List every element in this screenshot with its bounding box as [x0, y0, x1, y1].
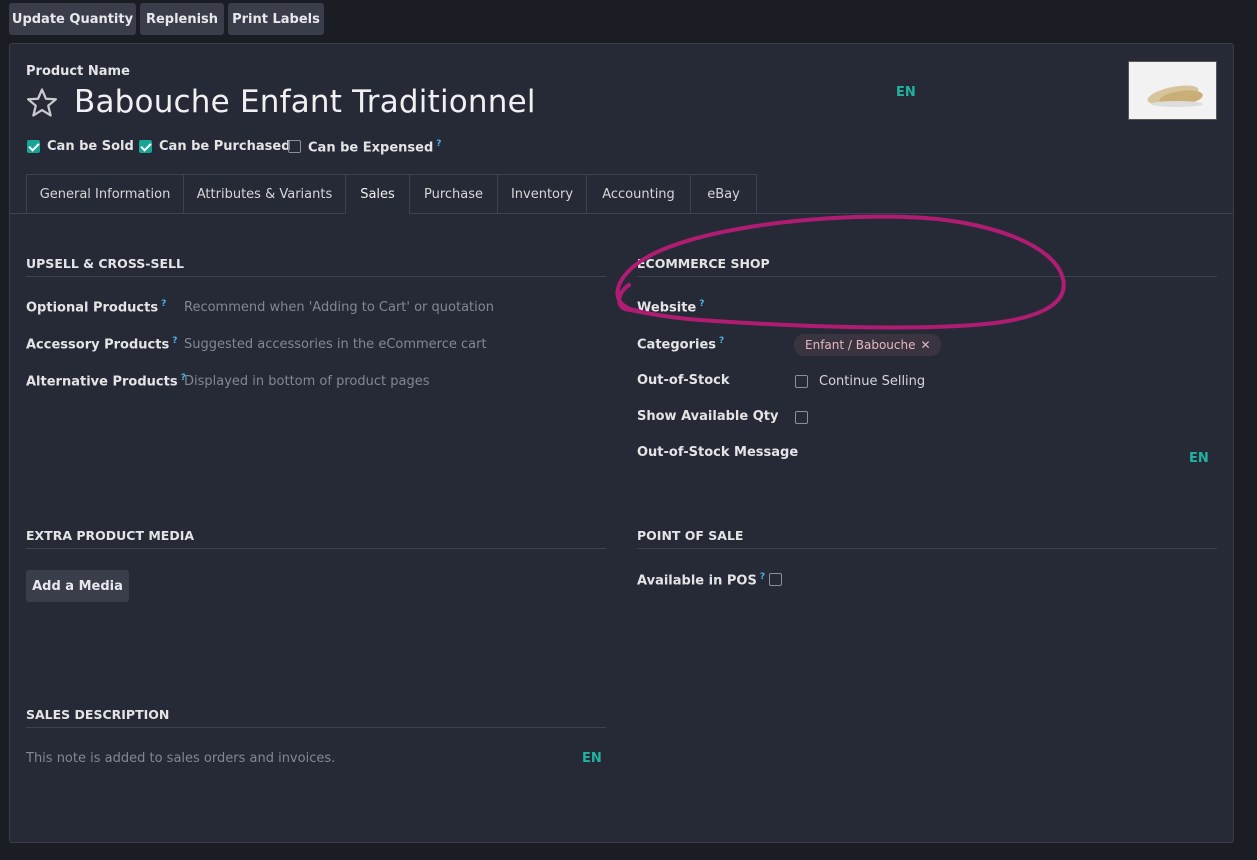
- tab-accounting[interactable]: Accounting: [586, 174, 691, 214]
- sales-description-section-title: SALES DESCRIPTION: [26, 707, 606, 728]
- remove-tag-icon[interactable]: ✕: [920, 338, 930, 352]
- tab-purchase[interactable]: Purchase: [409, 174, 498, 214]
- can-be-expensed-checkbox[interactable]: [288, 140, 301, 153]
- tab-ebay[interactable]: eBay: [690, 174, 757, 214]
- product-name-lang-button[interactable]: EN: [896, 85, 916, 100]
- tab-attributes-variants[interactable]: Attributes & Variants: [183, 174, 346, 214]
- tab-inventory[interactable]: Inventory: [497, 174, 587, 214]
- can-be-purchased-label: Can be Purchased: [159, 139, 291, 154]
- out-of-stock-label: Out-of-Stock: [637, 373, 730, 388]
- continue-selling-label: Continue Selling: [819, 374, 926, 389]
- update-quantity-button[interactable]: Update Quantity: [9, 3, 136, 35]
- show-available-qty-checkbox[interactable]: [795, 411, 808, 424]
- oos-message-lang-button[interactable]: EN: [1189, 451, 1209, 466]
- accessory-products-label: Accessory Products?: [26, 336, 178, 353]
- pos-section-title: POINT OF SALE: [637, 528, 1217, 549]
- notebook-tabs: General Information Attributes & Variant…: [26, 174, 757, 214]
- help-icon[interactable]: ?: [161, 299, 166, 309]
- help-icon[interactable]: ?: [172, 336, 177, 346]
- print-labels-button[interactable]: Print Labels: [228, 3, 324, 35]
- alternative-products-label: Alternative Products?: [26, 373, 186, 390]
- category-tag[interactable]: Enfant / Babouche ✕: [794, 334, 941, 356]
- sales-description-lang-button[interactable]: EN: [582, 751, 602, 766]
- available-in-pos-label: Available in POS?: [637, 572, 766, 589]
- annotation-circle: [615, 214, 1066, 330]
- can-be-expensed-label: Can be Expensed?: [308, 139, 442, 156]
- can-be-purchased-checkbox[interactable]: [139, 140, 152, 153]
- can-be-sold-checkbox[interactable]: [27, 140, 40, 153]
- help-icon[interactable]: ?: [436, 139, 441, 149]
- continue-selling-checkbox[interactable]: [795, 375, 808, 388]
- product-form-sheet: Product Name Babouche Enfant Traditionne…: [9, 43, 1234, 843]
- out-of-stock-message-label: Out-of-Stock Message: [637, 445, 799, 460]
- add-media-button[interactable]: Add a Media: [26, 570, 129, 602]
- alternative-products-input[interactable]: Displayed in bottom of product pages: [184, 374, 429, 389]
- available-in-pos-checkbox[interactable]: [769, 573, 782, 586]
- replenish-button[interactable]: Replenish: [140, 3, 224, 35]
- categories-label: Categories?: [637, 336, 725, 353]
- upsell-section-title: UPSELL & CROSS-SELL: [26, 256, 606, 277]
- accessory-products-input[interactable]: Suggested accessories in the eCommerce c…: [184, 337, 487, 352]
- product-name-label: Product Name: [26, 64, 130, 79]
- media-section-title: EXTRA PRODUCT MEDIA: [26, 528, 606, 549]
- category-tag-label: Enfant / Babouche: [805, 338, 916, 352]
- help-icon[interactable]: ?: [760, 572, 765, 582]
- sales-description-input[interactable]: This note is added to sales orders and i…: [26, 751, 335, 766]
- tab-general-information[interactable]: General Information: [26, 174, 184, 214]
- optional-products-input[interactable]: Recommend when 'Adding to Cart' or quota…: [184, 300, 494, 315]
- can-be-sold-label: Can be Sold: [47, 139, 134, 154]
- help-icon[interactable]: ?: [719, 336, 724, 346]
- product-image[interactable]: [1128, 61, 1217, 120]
- tab-sales[interactable]: Sales: [345, 174, 410, 214]
- optional-products-label: Optional Products?: [26, 299, 167, 316]
- product-name-field[interactable]: Babouche Enfant Traditionnel: [74, 84, 536, 120]
- favorite-star-icon[interactable]: [25, 86, 59, 120]
- show-available-qty-label: Show Available Qty: [637, 409, 779, 424]
